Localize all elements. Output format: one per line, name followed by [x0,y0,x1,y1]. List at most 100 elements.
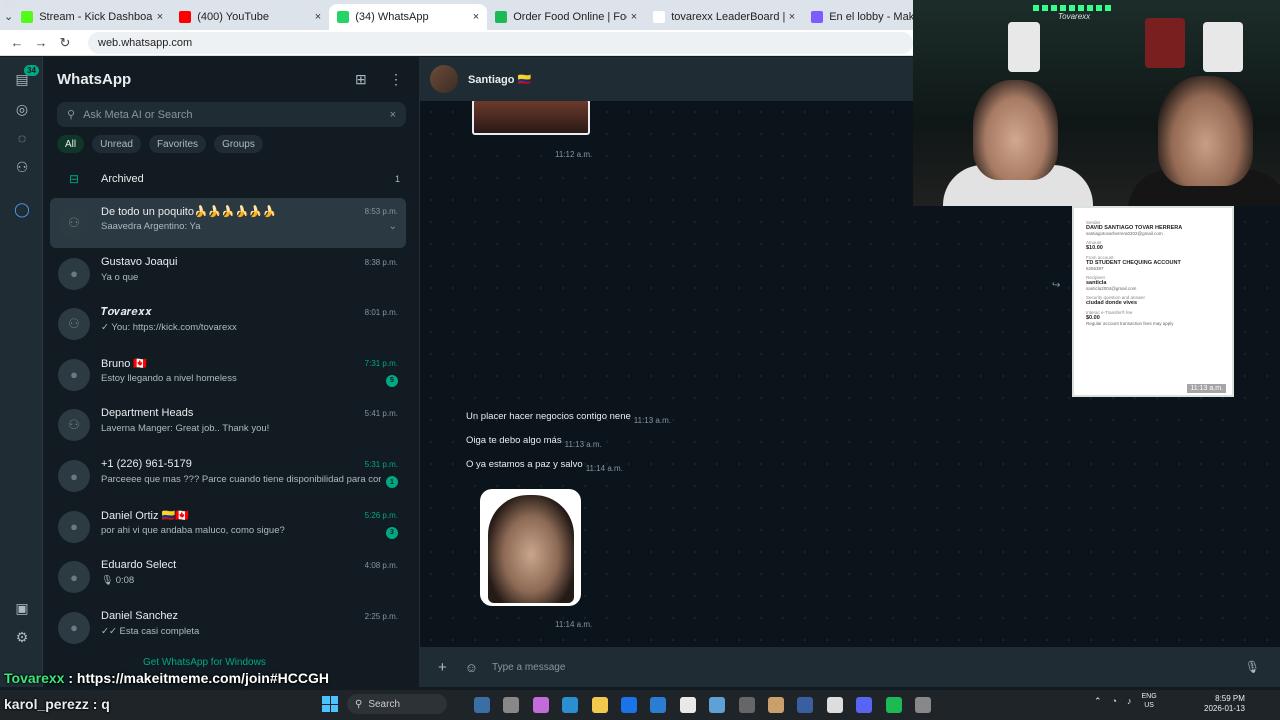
chat-list-item[interactable]: ● +1 (226) 961-5179 Parceeee que mas ??? P… [50,451,406,501]
incoming-message[interactable]: Un placer hacer negocios contigo nene 11:… [466,411,671,425]
chat-preview: Saavedra Argentino: Ya [101,221,201,232]
chat-list-item[interactable]: ● Gustavo Joaqui Ya o que 8:38 p.m. [50,249,406,299]
settings-gear-icon[interactable]: ⚙ [12,627,32,647]
taskbar-app-icon[interactable] [738,697,755,713]
sticker-timestamp: 11:14 a.m. [555,620,593,629]
contact-name[interactable]: Santiago 🇨🇴 [468,73,531,86]
browser-tab[interactable]: Stream - Kick Dashboard × [13,4,171,30]
browser-tab-strip: ⌄ Stream - Kick Dashboard × (400) YouTube ×… [0,0,913,30]
filter-chip[interactable]: Groups [214,135,263,153]
led-strip [1033,5,1113,11]
reload-icon[interactable]: ↻ [56,35,74,51]
communities-icon[interactable]: ⚇ [12,157,32,177]
filter-chip[interactable]: Favorites [148,135,207,153]
webcam-overlay: Tovarexx [913,0,1280,206]
taskbar-app-icon[interactable] [826,697,843,713]
tab-close-icon[interactable]: × [157,11,163,23]
incoming-message[interactable]: O ya estamos a paz y salvo 11:14 a.m. [466,459,623,473]
clear-search-icon[interactable]: × [390,109,396,121]
archived-row[interactable]: ⊟ Archived 1 [43,167,419,191]
get-whatsapp-windows-link[interactable]: Get WhatsApp for Windows [143,657,266,668]
receipt-value: ciudad donde vives [1086,300,1138,306]
tab-title: En el lobby - Make it [829,11,913,23]
chat-preview: Ya o que [101,271,139,283]
tab-favicon-icon [811,11,824,23]
language-indicator[interactable]: ENG US [1141,692,1156,710]
tab-close-icon[interactable]: × [473,11,479,23]
chat-time: 2:25 p.m. [364,611,398,621]
taskbar-app-icon[interactable] [797,697,814,713]
contact-avatar[interactable] [430,65,458,93]
status-icon[interactable]: ◎ [12,99,32,119]
chat-list-item[interactable]: ● Bruno 🇨🇦 Estoy llegando a nivel homeless… [50,350,406,400]
chat-time: 8:53 p.m. [364,207,398,216]
taskbar-app-icon[interactable] [885,697,902,713]
archived-label: Archived [101,173,144,185]
browser-tab[interactable]: (400) YouTube × [171,4,329,30]
taskbar-app-icon[interactable] [709,697,726,713]
address-bar[interactable]: web.whatsapp.com [88,31,913,54]
taskbar-app-icon[interactable] [856,697,873,713]
channels-icon[interactable]: ◌ [12,128,32,148]
tab-favicon-icon [21,11,34,23]
forward-icon[interactable]: ↪ [1052,280,1060,291]
forward-icon[interactable]: → [32,35,50,50]
tab-favicon-icon [337,11,350,23]
network-icon[interactable]: ◔ [1112,696,1117,706]
chat-list-item[interactable]: ● Eduardo Select 🎙 0:08 4:08 p.m. [50,552,406,602]
browser-toolbar: ← → ↻ web.whatsapp.com [0,30,913,56]
chat-list-item[interactable]: ⚇ Department Heads Lavernа Manger: Great j… [50,400,406,450]
chat-list-item[interactable]: ● Daniel Ortiz 🇨🇴🇨🇦 por ahi vi que andaba … [50,502,406,552]
etransfer-receipt-image[interactable]: Sender DAVID SANTIAGO TOVAR HERRERA sant… [1072,206,1234,397]
tab-close-icon[interactable]: × [789,11,795,23]
avatar: ● [58,510,90,543]
tab-favicon-icon [179,11,192,23]
meta-ai-icon[interactable]: ◯ [12,199,32,219]
tab-close-icon[interactable]: × [631,11,637,23]
tab-title: (400) YouTube [197,11,269,23]
tab-favicon-icon [495,11,508,23]
taskbar-app-icon[interactable] [650,697,667,713]
sticker-face [488,495,574,603]
back-icon[interactable]: ← [8,35,26,50]
browser-tab[interactable]: Order Food Online | Food Deliv × [487,4,645,30]
unread-count-badge: 3 [386,526,398,539]
filter-chip[interactable]: Unread [92,135,141,153]
tray-chevron-icon[interactable]: ⌃ [1094,696,1102,707]
browser-tab[interactable]: tovarexx LeaderBoard | The bes × [645,4,803,30]
chat-preview: Parceeee que mas ??? Parce cuando tiene … [101,474,381,485]
search-input[interactable]: ⚲ Ask Meta AI or Search × [57,102,406,127]
url-text: web.whatsapp.com [98,36,193,49]
microphone-icon[interactable]: 🎙 [1245,660,1260,674]
chat-preview: por ahi vi que andaba maluco, como sigue… [101,524,285,536]
taskbar-app-icon[interactable] [679,697,696,713]
browser-tab[interactable]: (34) WhatsApp × [329,4,488,30]
chat-name: Gustavo Joaqui [101,255,178,268]
chat-list-item[interactable]: ⚇ De todo un poquito🍌🍌🍌🍌🍌🍌 Saavedra Argent… [50,198,406,248]
filter-chip[interactable]: All [57,135,85,153]
chat-name: Daniel Ortiz 🇨🇴🇨🇦 [101,509,189,522]
region-code: US [1144,702,1154,709]
browser-tab[interactable]: En el lobby - Make it× [803,4,913,30]
image-message[interactable] [472,99,590,135]
new-chat-icon[interactable]: ⊞ [355,71,367,88]
sticker-message[interactable] [480,489,581,606]
menu-dots-icon[interactable]: ⋮ [389,71,403,88]
media-icon[interactable]: ▣ [12,598,32,618]
chat-list-item[interactable]: ● Daniel Sanchez ✓✓ Esta casi completa 2:25… [50,603,406,653]
weather-widget[interactable]: 5°C [4,2,16,9]
chat-list-item[interactable]: ⚇ 𝑻𝒐𝒗𝒂𝒓𝒆𝒙𝒙 ✓ You: https://kick.com/tovarex… [50,299,406,349]
taskbar-app-icon[interactable] [768,697,784,713]
stream-chat-overlay: Tovarexx : https://makeitmeme.com/join#H… [0,668,640,720]
chevron-down-icon[interactable]: ⌄ [389,221,397,232]
mic-icon[interactable]: ♪ [1127,696,1132,706]
tab-close-icon[interactable]: × [315,11,321,23]
taskbar-clock[interactable]: 8:59 PM 2026-01-13 [1204,694,1245,714]
message-text: Un placer hacer negocios contigo nene [466,411,631,422]
tab-favicon-icon [653,11,666,23]
avatar: ● [58,561,90,594]
unread-badge: 34 [24,65,39,76]
incoming-message[interactable]: Oiga te debo algo más 11:13 a.m. [466,435,602,449]
taskbar-app-icon[interactable] [915,697,931,713]
clock-date: 2026-01-13 [1204,704,1245,713]
